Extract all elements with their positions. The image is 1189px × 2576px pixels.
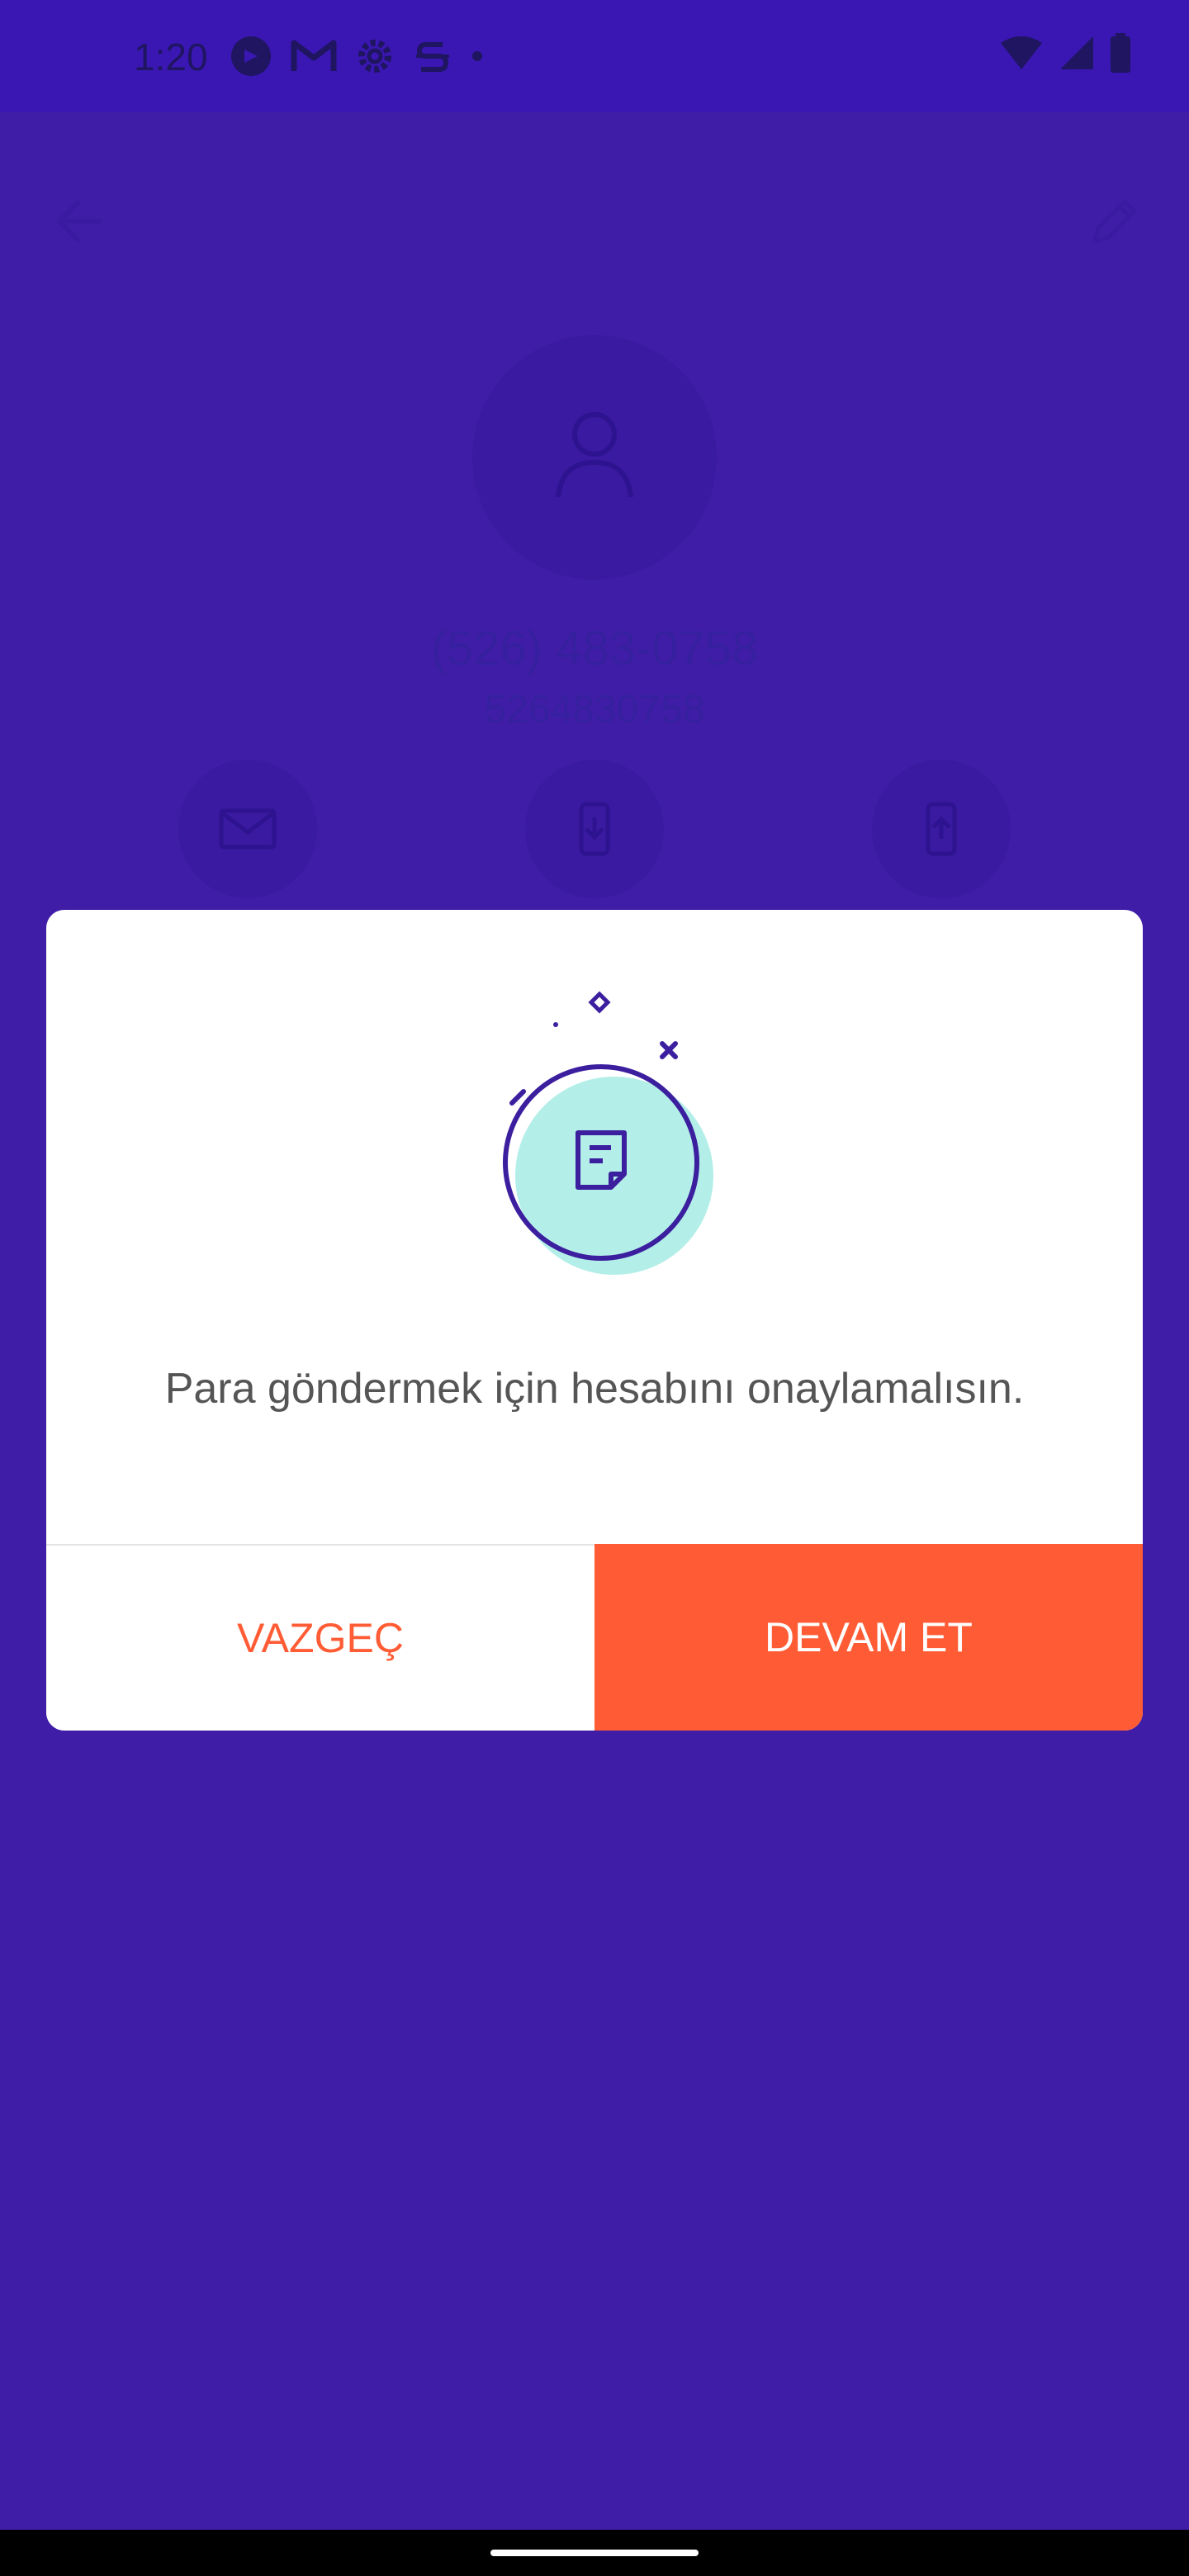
contact-number: 5264830758: [484, 688, 705, 732]
dialog-message: Para göndermek için hesabını onaylamalıs…: [164, 1365, 1025, 1413]
gmail-icon: [291, 40, 337, 71]
contact-name: (526) 483-0758: [430, 622, 759, 675]
continue-button[interactable]: DEVAM ET: [594, 1544, 1143, 1731]
receive-money-action-button[interactable]: [525, 760, 664, 898]
contact-avatar: [472, 335, 717, 580]
system-status-icons: [999, 33, 1131, 73]
phone-upload-icon: [926, 802, 957, 856]
send-money-action-button[interactable]: [872, 760, 1011, 898]
home-gesture-handle[interactable]: [490, 2550, 699, 2556]
cancel-button[interactable]: VAZGEÇ: [46, 1546, 594, 1731]
document-verification-illustration: [503, 991, 713, 1275]
verify-account-dialog: Para göndermek için hesabını onaylamalıs…: [46, 910, 1143, 1731]
back-arrow-icon[interactable]: [50, 192, 109, 251]
notification-icons: [228, 33, 486, 79]
wifi-icon: [1001, 36, 1042, 69]
settings-gear-icon: [358, 40, 391, 73]
message-action-button[interactable]: [178, 760, 317, 898]
edit-pencil-icon[interactable]: [1085, 192, 1144, 251]
s-app-icon: [416, 42, 449, 72]
status-bar: 1:20: [0, 0, 1189, 112]
status-time: 1:20: [134, 36, 208, 78]
signal-icon: [1060, 36, 1093, 69]
navigation-bar: [0, 2530, 1189, 2576]
phone-download-icon: [579, 802, 610, 856]
mail-icon: [219, 808, 277, 850]
app-notification-icon: [231, 36, 271, 76]
battery-icon: [1111, 33, 1130, 73]
person-icon: [556, 412, 633, 498]
dot-icon: [472, 51, 482, 61]
